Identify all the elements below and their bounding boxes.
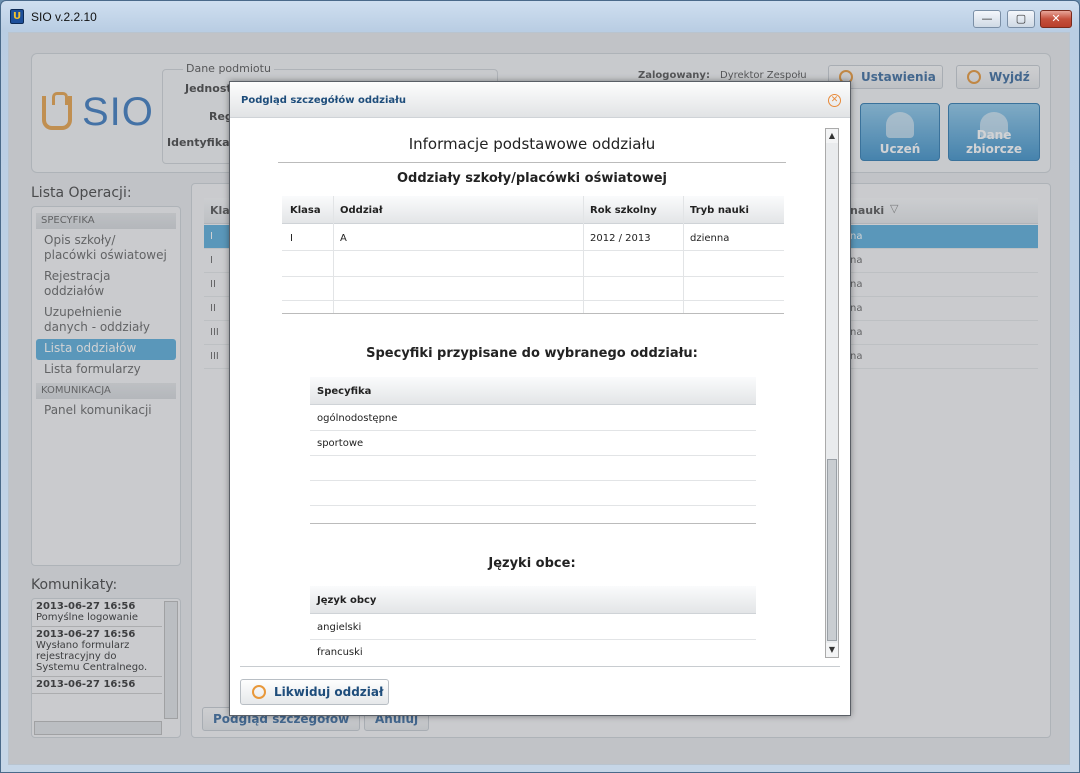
app-icon: U (10, 9, 24, 24)
dialog-header: Podgląd szczegółów oddziału ✕ (230, 82, 850, 118)
liquidate-icon (252, 685, 266, 699)
close-window-button[interactable]: ✕ (1040, 10, 1072, 28)
col-oddzial: Oddział (340, 205, 383, 216)
language-row: francuski (317, 647, 363, 658)
row-divider (310, 480, 756, 481)
specifics-table: Specyfika ogólnodostępne sportowe (310, 377, 756, 527)
row-divider (310, 523, 756, 524)
cell-klasa: I (290, 233, 293, 244)
cell-oddzial: A (340, 233, 347, 244)
row-divider (282, 250, 784, 251)
cell-tryb-nauki: dzienna (690, 233, 730, 244)
col-klasa: Klasa (290, 205, 321, 216)
maximize-button[interactable]: ▢ (1007, 10, 1035, 28)
heading-divider (278, 162, 786, 163)
units-heading: Oddziały szkoły/placówki oświatowej (396, 171, 667, 186)
window-title: SIO v.2.2.10 (31, 10, 97, 24)
dialog-vertical-scrollbar[interactable]: ▲ ▼ (825, 128, 839, 658)
row-divider (310, 639, 756, 640)
col-jezyk-obcy: Język obcy (317, 595, 377, 606)
row-divider (282, 276, 784, 277)
scroll-up-arrow-icon[interactable]: ▲ (826, 129, 838, 143)
dialog-footer-divider (240, 666, 840, 667)
specifics-heading: Specyfiki przypisane do wybranego oddzia… (366, 346, 698, 361)
specifics-table-header (310, 377, 756, 405)
liquidate-unit-button[interactable]: Likwiduj oddział (240, 679, 389, 705)
liquidate-unit-label: Likwiduj oddział (274, 685, 384, 699)
specifics-row: ogólnodostępne (317, 413, 398, 424)
unit-details-dialog: Podgląd szczegółów oddziału ✕ Informacje… (229, 81, 851, 716)
row-divider (310, 455, 756, 456)
language-row: angielski (317, 622, 362, 633)
languages-heading: Języki obce: (488, 556, 576, 571)
col-divider (583, 196, 584, 314)
specifics-row: sportowe (317, 438, 364, 449)
row-divider (282, 313, 784, 314)
minimize-button[interactable]: — (973, 10, 1001, 28)
col-tryb-nauki: Tryb nauki (690, 205, 749, 216)
row-divider (310, 505, 756, 506)
row-divider (282, 300, 784, 301)
dialog-title: Podgląd szczegółów oddziału (241, 95, 406, 106)
title-bar: U SIO v.2.2.10 — ▢ ✕ (1, 1, 1079, 31)
cell-rok-szkolny: 2012 / 2013 (590, 233, 651, 244)
row-divider (310, 430, 756, 431)
languages-table-header (310, 586, 756, 614)
units-table: Klasa Oddział Rok szkolny Tryb nauki I A… (282, 196, 784, 318)
dialog-close-icon[interactable]: ✕ (828, 94, 841, 107)
languages-table: Język obcy angielski francuski (310, 586, 756, 659)
col-divider (683, 196, 684, 314)
col-divider (333, 196, 334, 314)
col-rok-szkolny: Rok szkolny (590, 205, 657, 216)
scrollbar-thumb[interactable] (827, 459, 837, 641)
main-heading: Informacje podstawowe oddziału (408, 135, 656, 153)
dialog-body: Informacje podstawowe oddziału Oddziały … (230, 119, 850, 659)
col-specyfika: Specyfika (317, 386, 372, 397)
scroll-down-arrow-icon[interactable]: ▼ (826, 643, 838, 657)
